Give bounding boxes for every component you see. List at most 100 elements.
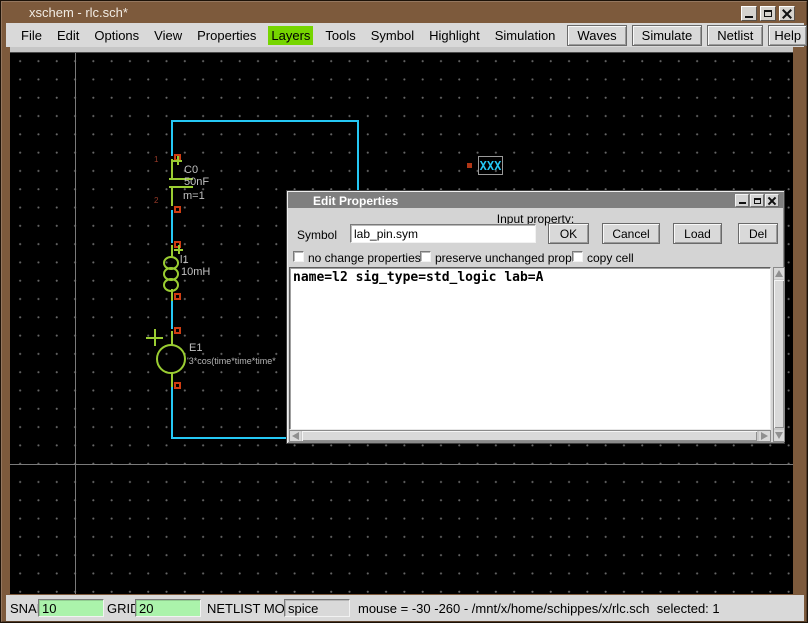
wire-left-1[interactable] bbox=[171, 120, 173, 156]
vertical-scrollbar[interactable] bbox=[773, 267, 785, 442]
menubar-buttons: Waves Simulate Netlist Help bbox=[567, 25, 807, 46]
menu-symbol[interactable]: Symbol bbox=[368, 26, 417, 45]
source-pin-bottom bbox=[174, 382, 181, 389]
menu-highlight[interactable]: Highlight bbox=[426, 26, 483, 45]
load-button[interactable]: Load bbox=[673, 223, 722, 244]
close-icon bbox=[768, 197, 776, 205]
capacitor-lead-bottom bbox=[171, 188, 173, 206]
drawing-area[interactable]: 1 2 C0 50nF m=1 bbox=[10, 53, 793, 594]
labpin-pin-square bbox=[467, 163, 472, 168]
origin-axis-vertical bbox=[75, 53, 76, 594]
preserve-unchanged-props-label: preserve unchanged props bbox=[435, 251, 578, 265]
maximize-icon bbox=[754, 198, 761, 204]
menu-tools[interactable]: Tools bbox=[322, 26, 358, 45]
scroll-up-button[interactable] bbox=[774, 268, 784, 279]
wire-top[interactable] bbox=[172, 120, 359, 122]
arrow-left-icon bbox=[292, 432, 299, 440]
edit-properties-dialog: Edit Properties Input property: Symbol O… bbox=[286, 190, 785, 444]
source-value: '3*cos(time*time*time* bbox=[187, 357, 276, 366]
no-change-properties-label: no change properties bbox=[308, 251, 421, 265]
minimize-icon bbox=[745, 10, 753, 18]
menu-view[interactable]: View bbox=[151, 26, 185, 45]
window-maximize-button[interactable] bbox=[760, 6, 776, 21]
wire-left-2[interactable] bbox=[171, 210, 173, 243]
dialog-title: Edit Properties bbox=[313, 194, 398, 208]
cancel-button[interactable]: Cancel bbox=[602, 223, 660, 244]
capacitor-pin1-number: 1 bbox=[154, 156, 158, 164]
menu-simulation[interactable]: Simulation bbox=[492, 26, 559, 45]
maximize-icon bbox=[764, 10, 772, 17]
del-button[interactable]: Del bbox=[738, 223, 778, 244]
ok-button[interactable]: OK bbox=[548, 223, 589, 244]
horizontal-scroll-thumb[interactable] bbox=[302, 431, 757, 441]
capacitor-mult: m=1 bbox=[183, 191, 205, 202]
simulate-button[interactable]: Simulate bbox=[632, 25, 703, 46]
help-button[interactable]: Help bbox=[768, 25, 807, 46]
close-icon bbox=[782, 9, 792, 19]
dialog-minimize-button[interactable] bbox=[735, 194, 749, 207]
inductor-coil bbox=[163, 256, 179, 292]
window-close-button[interactable] bbox=[779, 6, 795, 21]
xschem-window: xschem - rlc.sch* File Edit Options View… bbox=[0, 0, 808, 623]
origin-axis-horizontal bbox=[10, 464, 793, 465]
inductor-ref: l1 bbox=[180, 255, 189, 266]
statusbar: SNAP: GRID: NETLIST MODE: mouse = -30 -2… bbox=[6, 595, 804, 621]
source-lead-bottom bbox=[171, 372, 173, 387]
inductor-pin-bottom bbox=[174, 293, 181, 300]
labpin-label: xxx bbox=[480, 159, 502, 173]
scroll-right-button[interactable] bbox=[759, 431, 770, 441]
capacitor-ref: C0 bbox=[184, 165, 198, 176]
netlist-button[interactable]: Netlist bbox=[707, 25, 763, 46]
grid-input[interactable] bbox=[135, 599, 201, 617]
window-minimize-button[interactable] bbox=[741, 6, 757, 21]
schematic-canvas[interactable]: 1 2 C0 50nF m=1 bbox=[10, 47, 793, 594]
inductor-lead-bottom bbox=[171, 289, 173, 301]
copy-cell-label: copy cell bbox=[587, 251, 634, 265]
horizontal-scrollbar[interactable] bbox=[289, 430, 771, 442]
mouse-status-text: mouse = -30 -260 - /mnt/x/home/schippes/… bbox=[358, 601, 720, 616]
no-change-properties-checkbox[interactable] bbox=[293, 251, 304, 262]
minimize-icon bbox=[739, 197, 746, 204]
symbol-label: Symbol bbox=[297, 228, 337, 242]
menu-options[interactable]: Options bbox=[91, 26, 142, 45]
dialog-titlebar[interactable]: Edit Properties bbox=[288, 192, 783, 208]
dialog-window-controls bbox=[735, 194, 779, 207]
netlist-mode-input[interactable] bbox=[284, 599, 350, 617]
menubar: File Edit Options View Properties Layers… bbox=[6, 23, 804, 47]
menu-edit[interactable]: Edit bbox=[54, 26, 82, 45]
source-ref: E1 bbox=[189, 343, 202, 354]
window-title: xschem - rlc.sch* bbox=[29, 5, 128, 20]
arrow-down-icon bbox=[775, 432, 783, 439]
snap-input[interactable] bbox=[38, 599, 104, 617]
menu-layers[interactable]: Layers bbox=[268, 26, 313, 45]
inductor-value: 10mH bbox=[181, 267, 210, 278]
preserve-unchanged-props-checkbox[interactable] bbox=[420, 251, 431, 262]
capacitor-pin2-number: 2 bbox=[154, 197, 158, 205]
waves-button[interactable]: Waves bbox=[567, 25, 626, 46]
symbol-input[interactable] bbox=[350, 224, 536, 243]
source-circle bbox=[156, 344, 186, 374]
property-textarea[interactable]: name=l2 sig_type=std_logic lab=A bbox=[289, 267, 771, 430]
capacitor-value: 50nF bbox=[184, 177, 209, 188]
arrow-up-icon bbox=[775, 270, 783, 277]
window-controls bbox=[741, 6, 795, 21]
labpin-selected-symbol[interactable]: xxx bbox=[478, 156, 503, 175]
menu-file[interactable]: File bbox=[18, 26, 45, 45]
copy-cell-checkbox[interactable] bbox=[572, 251, 583, 262]
scroll-down-button[interactable] bbox=[774, 430, 784, 441]
dialog-close-button[interactable] bbox=[765, 194, 779, 207]
arrow-right-icon bbox=[761, 432, 768, 440]
dialog-maximize-button[interactable] bbox=[750, 194, 764, 207]
capacitor-lead-top bbox=[171, 159, 173, 178]
capacitor-plus-icon bbox=[173, 156, 182, 165]
scroll-left-button[interactable] bbox=[290, 431, 301, 441]
titlebar[interactable]: xschem - rlc.sch* bbox=[3, 2, 805, 23]
inductor-plus-icon bbox=[174, 245, 183, 254]
source-plus-icon bbox=[146, 329, 163, 346]
source-pin-top bbox=[174, 327, 181, 334]
wire-left-3[interactable] bbox=[171, 299, 173, 329]
capacitor-pin-bottom bbox=[174, 206, 181, 213]
vertical-scroll-thumb[interactable] bbox=[774, 280, 784, 428]
wire-left-4[interactable] bbox=[171, 387, 173, 439]
menu-properties[interactable]: Properties bbox=[194, 26, 259, 45]
